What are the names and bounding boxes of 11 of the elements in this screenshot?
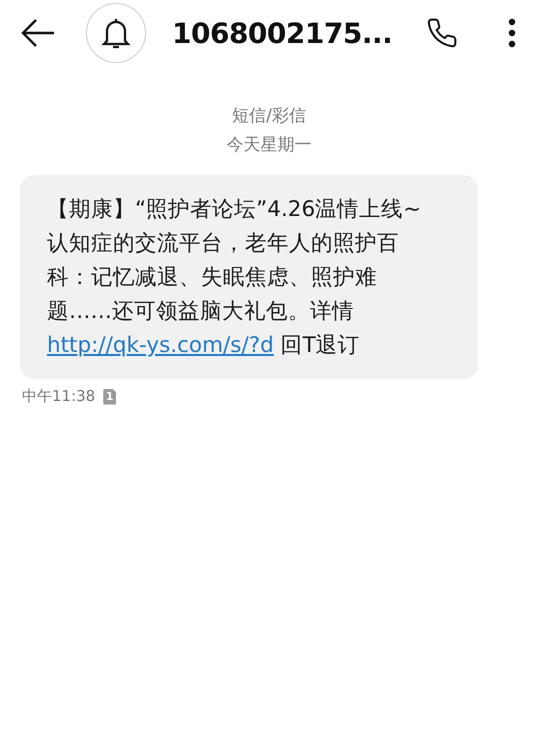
back-button[interactable]: [20, 18, 56, 48]
more-menu-button[interactable]: [508, 18, 516, 48]
bell-icon: [101, 16, 131, 50]
channel-label: 短信/彩信: [232, 105, 306, 127]
phone-button[interactable]: [426, 17, 458, 49]
contact-title: 1068002175...: [172, 16, 394, 50]
message-text: 【期康】“照护者论坛”4.26温情上线~认知症的交流平台，老年人的照护百科：记忆减退、失眠焦虑、照护难题……还可领益脑大礼包。详情 http://qk-ys.com/s/?d 回T退订: [47, 196, 422, 360]
sim-badge: 1: [103, 388, 116, 404]
message-time: 中午11:38: [22, 387, 96, 406]
date-label: 今天星期一: [226, 134, 312, 156]
message-link[interactable]: http://qk-ys.com/s/?d: [47, 333, 274, 358]
